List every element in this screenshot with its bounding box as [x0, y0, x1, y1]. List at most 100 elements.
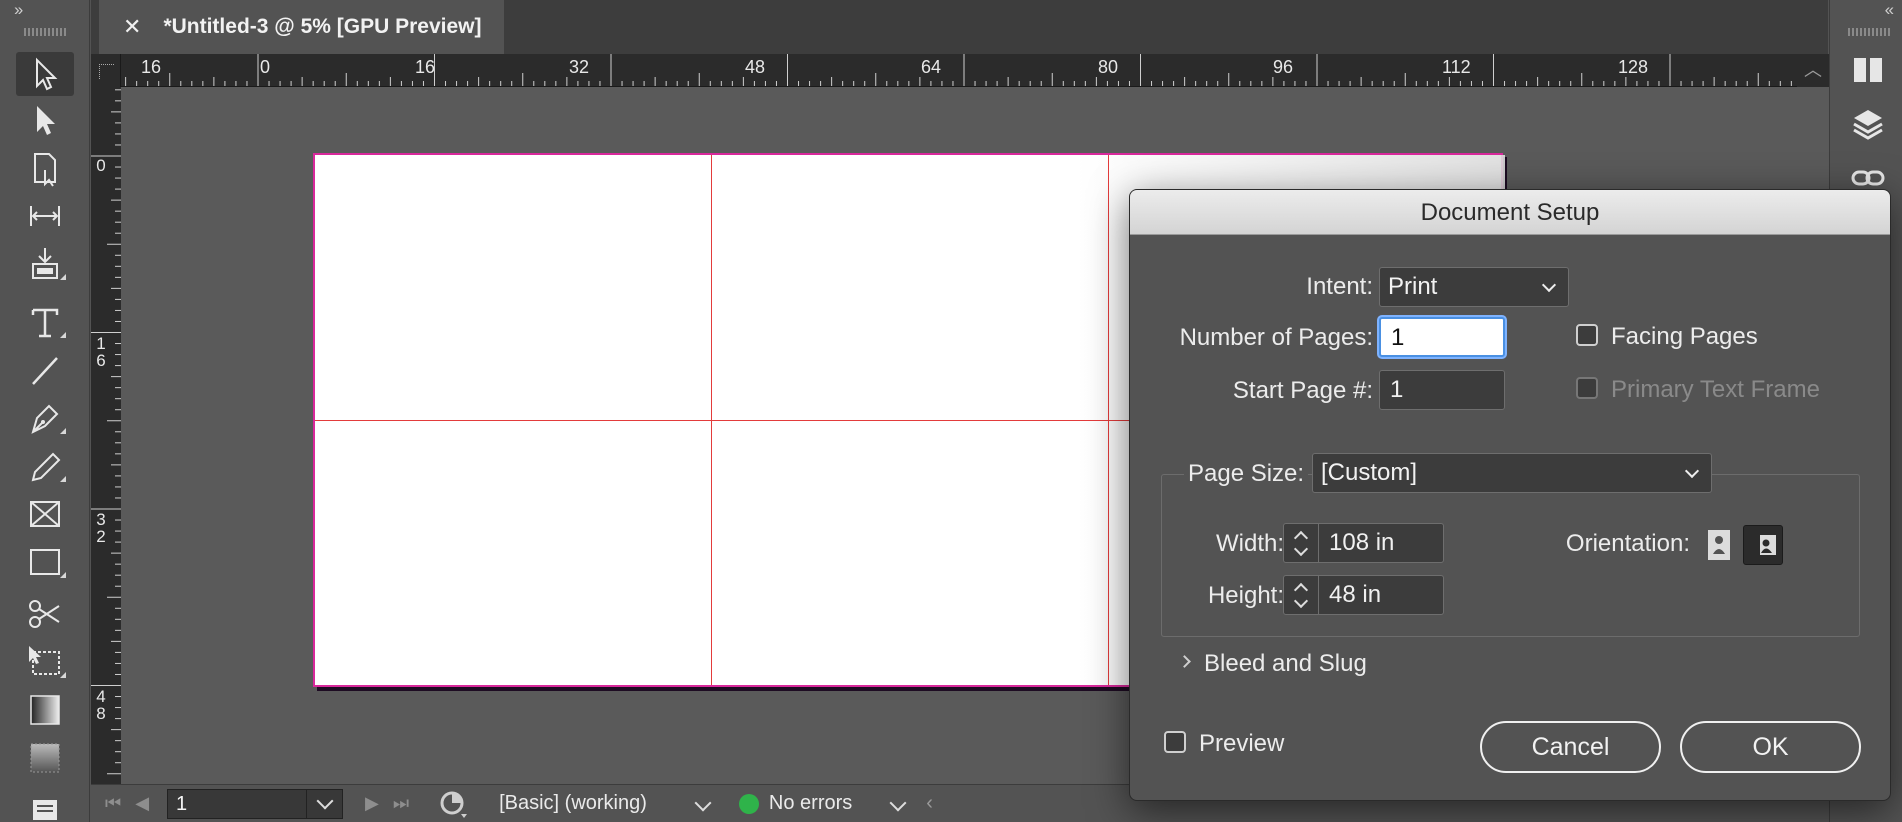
panel-grip[interactable]	[24, 28, 66, 36]
gradient-swatch-tool-button[interactable]	[16, 688, 74, 732]
note-tool-icon	[33, 800, 57, 820]
collapse-panel-button[interactable]: ››	[14, 0, 23, 20]
horizontal-ruler-ticks	[125, 54, 1792, 86]
ok-button[interactable]: OK	[1680, 721, 1861, 773]
intent-select[interactable]: Print	[1379, 267, 1569, 307]
ruler-label: 80	[1098, 57, 1119, 77]
page-tool-button[interactable]	[16, 146, 74, 190]
first-page-icon[interactable]: ⏮	[105, 793, 121, 814]
note-tool-button[interactable]	[16, 784, 74, 822]
vertical-ruler[interactable]: 0 1 6 3 2 4 8	[91, 87, 121, 784]
cancel-button[interactable]: Cancel	[1480, 721, 1661, 773]
expand-panels-button[interactable]: ‹‹	[1885, 0, 1894, 20]
preflight-menu-button[interactable]	[439, 790, 469, 818]
primary-text-frame-checkbox[interactable]	[1576, 377, 1598, 399]
selection-tool-button[interactable]	[16, 52, 74, 96]
preflight-options-dropdown[interactable]	[889, 792, 907, 815]
height-input[interactable]: 48 in	[1318, 575, 1444, 615]
ruler-origin[interactable]	[91, 54, 121, 87]
tools-panel: ››	[0, 0, 90, 822]
intent-label: Intent:	[1306, 273, 1373, 300]
document-tab-bar: ✕ *Untitled-3 @ 5% [GPU Preview]	[91, 0, 1828, 54]
document-tab[interactable]: ✕ *Untitled-3 @ 5% [GPU Preview]	[99, 0, 504, 54]
flyout-indicator	[60, 572, 66, 578]
orientation-label: Orientation:	[1565, 530, 1690, 557]
panel-grip[interactable]	[1848, 28, 1890, 36]
rectangle-tool-button[interactable]	[16, 540, 74, 584]
direct-selection-tool-icon	[37, 106, 55, 135]
ruler-label: 48	[745, 57, 766, 77]
last-page-icon[interactable]: ⏭	[393, 793, 409, 814]
page-number-field[interactable]: 1	[167, 788, 308, 819]
start-page-input[interactable]: 1	[1379, 370, 1505, 410]
rectangle-frame-tool-icon	[30, 501, 60, 527]
gradient-swatch-tool-icon	[30, 695, 60, 725]
page-size-select[interactable]: [Custom]	[1312, 453, 1712, 493]
primary-text-frame-label: Primary Text Frame	[1611, 376, 1820, 403]
pencil-tool-button[interactable]	[16, 444, 74, 488]
ruler-label: 0	[260, 57, 271, 77]
content-collector-tool-icon	[32, 248, 58, 279]
facing-pages-checkbox[interactable]	[1576, 324, 1598, 346]
landscape-orientation-button[interactable]	[1743, 525, 1783, 565]
preview-label: Preview	[1199, 730, 1285, 757]
free-transform-tool-button[interactable]	[16, 640, 74, 684]
previous-page-icon[interactable]: ◀	[135, 793, 149, 814]
bleed-and-slug-toggle[interactable]: Bleed and Slug	[1204, 650, 1367, 678]
layers-panel-icon	[1853, 110, 1883, 140]
gap-tool-icon	[30, 206, 60, 226]
chevron-down-icon	[1684, 463, 1700, 479]
ruler-label: 32	[569, 57, 590, 77]
pages-label: Number of Pages:	[1179, 324, 1373, 351]
preview-checkbox[interactable]	[1164, 731, 1186, 753]
chevron-down-icon	[694, 794, 712, 812]
pen-tool-button[interactable]	[16, 396, 74, 440]
height-label: Height:	[1207, 582, 1284, 609]
direct-selection-tool-button[interactable]	[16, 98, 74, 142]
width-stepper[interactable]	[1283, 523, 1319, 563]
intent-value: Print	[1388, 273, 1438, 300]
pages-panel-button[interactable]	[1846, 48, 1890, 92]
next-page-icon[interactable]: ▶	[365, 793, 379, 814]
ruler-label: 4 8	[96, 687, 106, 723]
page-tool-icon	[34, 153, 56, 187]
flyout-indicator	[60, 332, 66, 338]
number-of-pages-input[interactable]: 1	[1379, 317, 1505, 357]
width-input[interactable]: 108 in	[1318, 523, 1444, 563]
pencil-tool-icon	[31, 452, 61, 482]
layers-panel-button[interactable]	[1846, 102, 1890, 146]
content-collector-tool-button[interactable]	[16, 242, 74, 286]
page-size-value: [Custom]	[1321, 459, 1418, 486]
ruler-label: 112	[1442, 57, 1471, 77]
chevron-down-icon	[316, 792, 334, 809]
page-number-dropdown[interactable]	[307, 788, 344, 819]
height-stepper[interactable]	[1283, 575, 1319, 615]
preflight-profile-dropdown[interactable]	[694, 792, 712, 815]
type-tool-icon	[31, 308, 59, 338]
ruler-label: 0	[96, 156, 106, 175]
portrait-orientation-button[interactable]	[1702, 525, 1736, 565]
pen-tool-icon	[31, 404, 59, 434]
preflight-profile: [Basic] (working)	[499, 792, 647, 814]
document-setup-dialog: Document Setup Intent: Print Number of P…	[1129, 189, 1891, 801]
flyout-indicator	[60, 428, 66, 434]
scroll-up-button[interactable]: ︿	[1797, 54, 1829, 87]
selection-tool-icon	[36, 57, 58, 91]
rectangle-frame-tool-button[interactable]	[16, 492, 74, 536]
status-ok-icon	[738, 793, 759, 814]
close-icon[interactable]: ✕	[123, 14, 141, 40]
line-tool-icon	[32, 357, 58, 385]
gradient-feather-tool-button[interactable]	[16, 736, 74, 780]
dialog-title: Document Setup	[1130, 190, 1890, 235]
preflight-icon	[440, 791, 468, 818]
scissors-tool-button[interactable]	[16, 592, 74, 636]
scissors-tool-icon	[29, 600, 60, 628]
chevron-right-icon[interactable]	[1178, 655, 1191, 668]
ruler-label: 16	[141, 57, 162, 77]
line-tool-button[interactable]	[16, 348, 74, 392]
free-transform-tool-icon	[29, 646, 60, 675]
scroll-left-icon[interactable]: ‹	[926, 792, 933, 815]
type-tool-button[interactable]	[16, 300, 74, 344]
gap-tool-button[interactable]	[16, 194, 74, 238]
horizontal-ruler[interactable]: 16 0 16 32 48 64 80 96 112 128	[121, 54, 1797, 87]
